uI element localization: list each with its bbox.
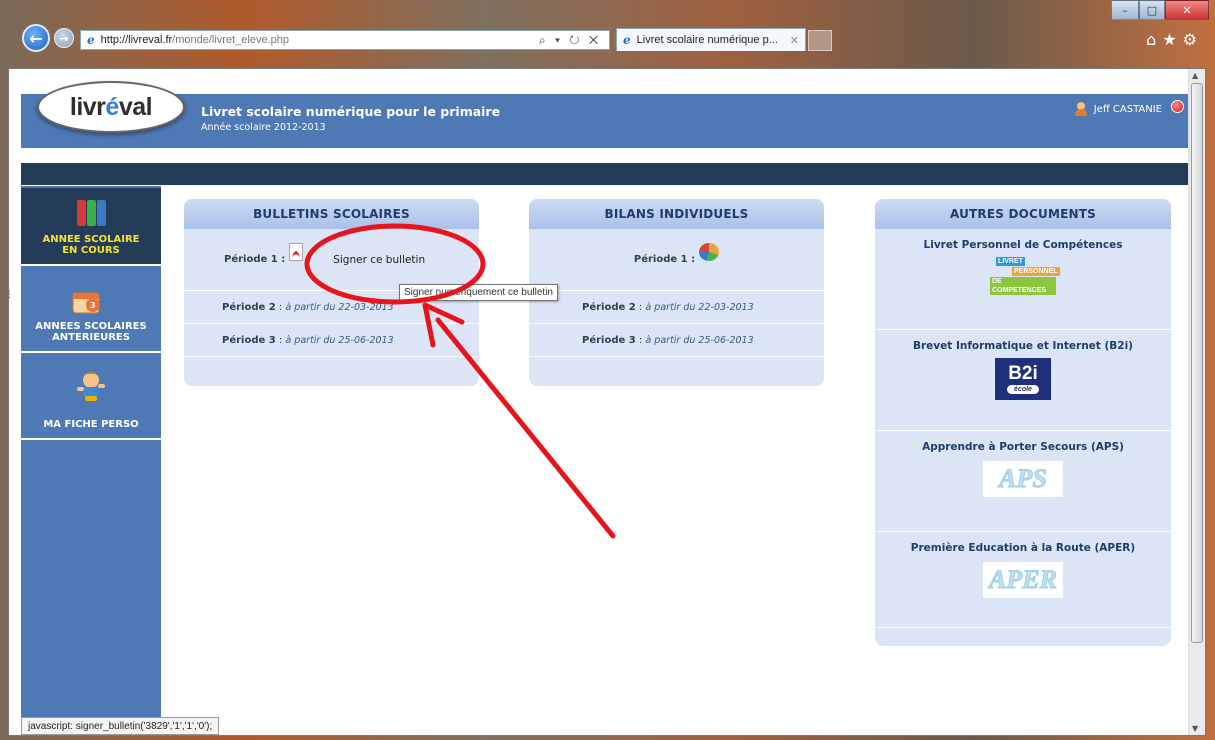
doc-aper[interactable]: Première Education à la Route (APER) APE…	[875, 532, 1171, 628]
period-label: Période 3	[222, 334, 276, 346]
b2i-logo-sub: école	[1007, 385, 1039, 394]
doc-name: Brevet Informatique et Internet (B2i)	[913, 340, 1133, 352]
sidebar-label: MA FICHE PERSO	[43, 419, 139, 430]
period-label: Période 3	[582, 334, 636, 346]
period-3-row: Période 3 : à partir du 25-06-2013	[529, 324, 824, 357]
bilans-panel: BILANS INDIVIDUELS Période 1 : Période 2…	[529, 199, 824, 386]
address-bar[interactable]: e http://livreval.fr/monde/livret_eleve.…	[80, 30, 610, 50]
sidebar-item-my-profile[interactable]: MA FICHE PERSO	[21, 362, 161, 440]
url-host: http://livreval.fr	[100, 34, 173, 46]
panel-title: AUTRES DOCUMENTS	[875, 199, 1171, 229]
period-1-row: Période 1 : Signer ce bulletin	[184, 229, 479, 291]
sign-tooltip: Signer numériquement ce bulletin	[399, 284, 558, 301]
pie-chart-icon[interactable]	[699, 242, 720, 261]
address-tools-icon[interactable]: ⌕ ▾ ↻ ✕	[539, 33, 601, 48]
back-button[interactable]: ←	[22, 24, 50, 52]
status-bar: javascript: signer_bulletin('3829','1','…	[21, 717, 220, 735]
doc-lpc[interactable]: Livret Personnel de Compétences LIVRET P…	[875, 229, 1171, 330]
sidebar-label: ANNEES SCOLAIRES	[35, 321, 147, 332]
school-year: Année scolaire 2012-2013	[201, 122, 326, 133]
doc-b2i[interactable]: Brevet Informatique et Internet (B2i) B2…	[875, 330, 1171, 431]
scroll-thumb[interactable]	[1191, 83, 1203, 643]
site-title: Livret scolaire numérique pour le primai…	[201, 104, 501, 119]
tab-close-icon[interactable]: ✕	[790, 34, 799, 47]
lpc-logo-line: LIVRET	[996, 257, 1025, 266]
period-date: à partir du 22-03-2013	[285, 301, 394, 313]
student-icon	[77, 372, 105, 401]
sidebar-item-current-year[interactable]: ANNEE SCOLAIRE EN COURS	[21, 188, 161, 266]
panel-title: BILANS INDIVIDUELS	[529, 199, 824, 229]
panel-title: BULLETINS SCOLAIRES	[184, 199, 479, 229]
scroll-up-icon[interactable]: ▲	[1192, 71, 1198, 80]
aper-logo[interactable]: APER	[983, 562, 1063, 598]
b2i-logo[interactable]: B2i école	[995, 358, 1051, 400]
user-name: Jeff CASTANIE	[1093, 103, 1162, 115]
browser-tab[interactable]: e Livret scolaire numérique p... ✕	[616, 28, 806, 51]
doc-name: Première Education à la Route (APER)	[910, 542, 1136, 554]
period-date: à partir du 25-06-2013	[285, 334, 394, 346]
close-window-button[interactable]: ✕	[1165, 0, 1209, 20]
page-viewport: Livret scolaire numérique pour le primai…	[8, 68, 1206, 736]
sidebar-item-previous-years[interactable]: 3 ANNEES SCOLAIRES ANTERIEURES	[21, 275, 161, 353]
period-label: Période 2	[222, 301, 276, 313]
sidebar: ANNEE SCOLAIRE EN COURS 3 ANNEES SCOLAIR…	[21, 186, 161, 735]
period-2-row: Période 2 : à partir du 22-03-2013	[529, 291, 824, 324]
logout-icon[interactable]	[1171, 100, 1184, 113]
doc-name: Livret Personnel de Compétences	[923, 239, 1123, 251]
pdf-icon[interactable]	[289, 242, 304, 261]
period-1-row: Période 1 :	[529, 229, 824, 291]
scroll-down-icon[interactable]: ▼	[1192, 724, 1198, 733]
url-path: /monde/livret_eleve.php	[172, 34, 289, 46]
maximize-button[interactable]: □	[1139, 0, 1165, 20]
period-label: Période 2	[582, 301, 636, 313]
sidebar-label: ANNEE SCOLAIRE	[42, 234, 140, 245]
side-grip-icon[interactable]: ⋮	[5, 290, 14, 300]
lpc-logo[interactable]: LIVRET PERSONNEL DE COMPETENCES	[990, 257, 1060, 295]
browser-chrome: ← → e http://livreval.fr/monde/livret_el…	[0, 0, 1215, 68]
autres-documents-panel: AUTRES DOCUMENTS Livret Personnel de Com…	[875, 199, 1171, 646]
period-label: Période 1 :	[224, 254, 286, 265]
user-info[interactable]: Jeff CASTANIE	[1074, 102, 1162, 116]
period-label: Période 1 :	[633, 254, 696, 265]
aps-logo[interactable]: APS	[983, 461, 1063, 497]
new-tab-button[interactable]	[808, 30, 832, 51]
menu-bar	[21, 163, 1188, 185]
books-icon	[77, 198, 107, 226]
period-3-row: Période 3 : à partir du 25-06-2013	[184, 324, 479, 357]
site-header: Livret scolaire numérique pour le primai…	[21, 94, 1188, 148]
ie-icon: e	[87, 33, 95, 47]
vertical-scrollbar[interactable]: ▲ ▼	[1188, 69, 1205, 735]
doc-name: Apprendre à Porter Secours (APS)	[922, 441, 1124, 453]
livreval-logo[interactable]: livr é val	[37, 81, 185, 133]
period-date: à partir du 22-03-2013	[645, 301, 754, 313]
tab-title: Livret scolaire numérique p...	[636, 34, 778, 46]
lpc-logo-line: DE COMPETENCES	[990, 277, 1056, 295]
forward-button[interactable]: →	[54, 28, 74, 48]
toolbar-icons[interactable]: ⌂★⚙	[1146, 30, 1203, 49]
sidebar-label: EN COURS	[62, 245, 120, 256]
lpc-logo-line: PERSONNEL	[1012, 267, 1060, 276]
period-date: à partir du 25-06-2013	[645, 334, 754, 346]
doc-aps[interactable]: Apprendre à Porter Secours (APS) APS	[875, 431, 1171, 532]
minimize-button[interactable]: –	[1111, 0, 1139, 20]
calendar-icon: 3	[72, 292, 100, 314]
window-controls: – □ ✕	[1111, 0, 1209, 20]
b2i-logo-text: B2i	[1008, 363, 1038, 384]
sign-bulletin-link[interactable]: Signer ce bulletin	[333, 254, 425, 266]
tab-ie-icon: e	[623, 33, 631, 47]
user-icon	[1074, 102, 1088, 116]
svg-text:3: 3	[90, 301, 96, 310]
sidebar-label: ANTERIEURES	[52, 332, 130, 343]
